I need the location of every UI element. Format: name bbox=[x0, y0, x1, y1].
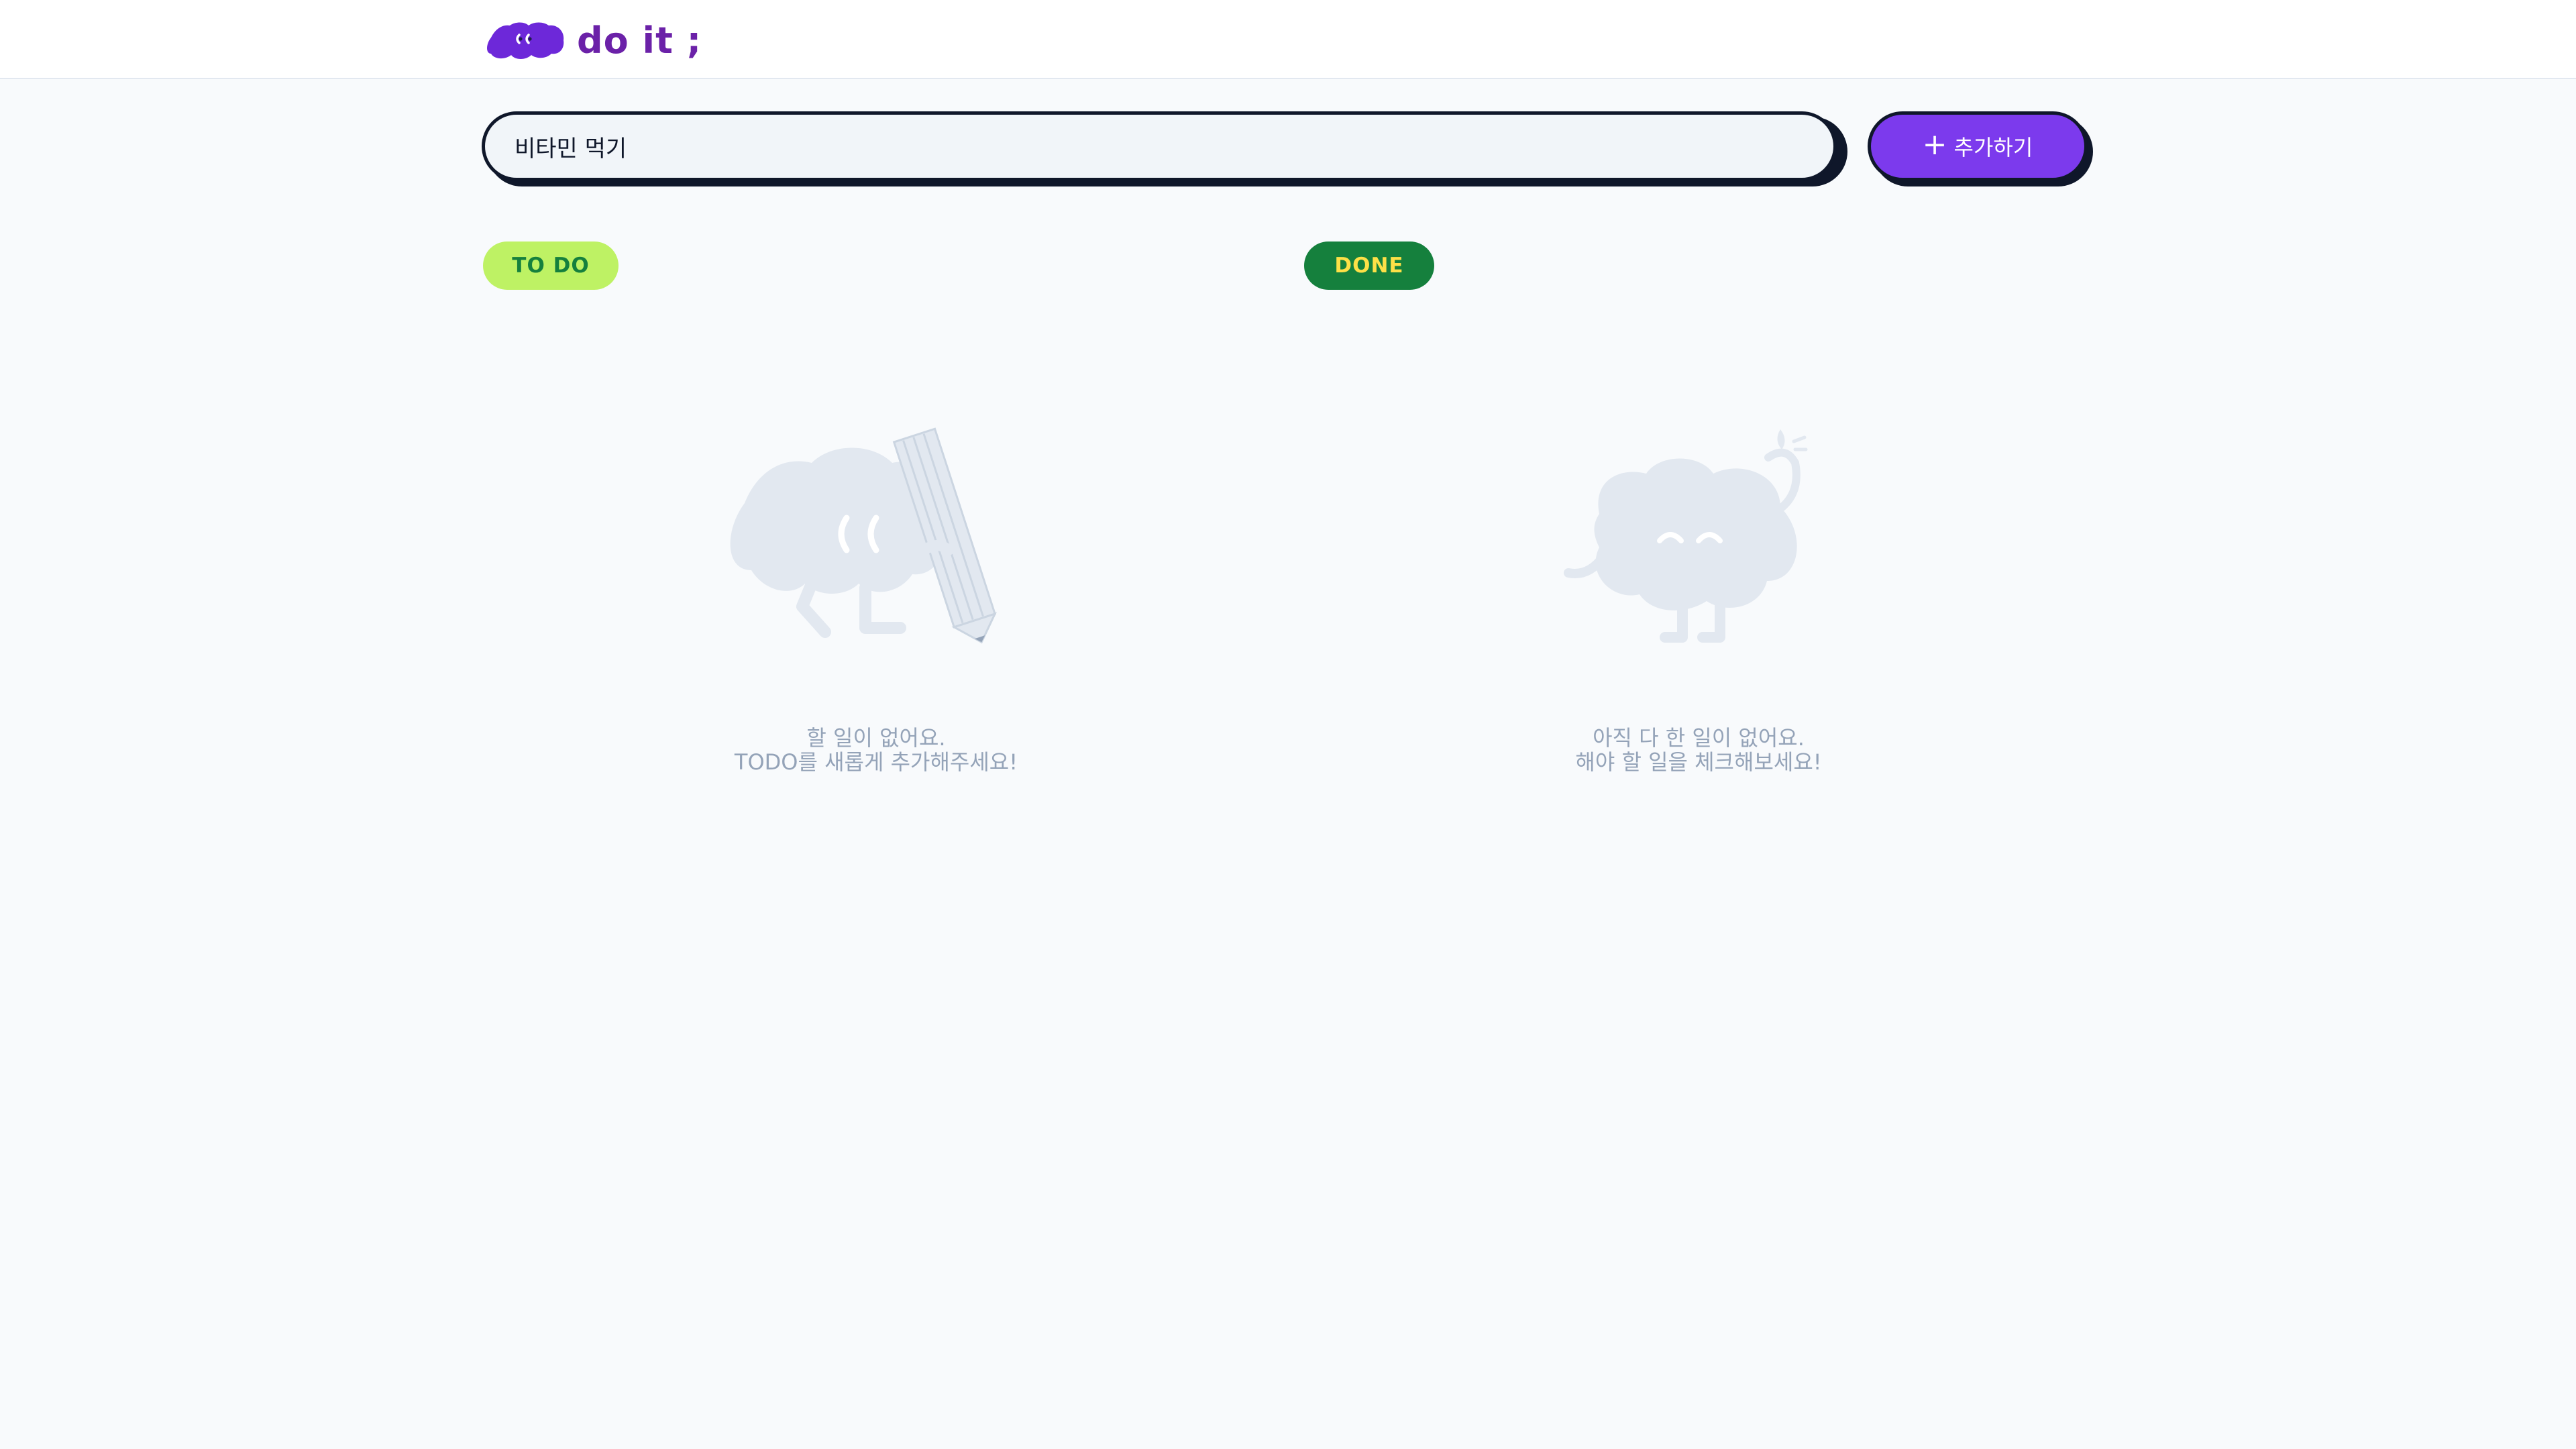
done-empty-line-1: 아직 다 한 일이 없어요. bbox=[1593, 725, 1805, 751]
done-empty-message: 아직 다 한 일이 없어요. 해야 할 일을 체크해보세요! bbox=[1444, 726, 1953, 774]
cloud-mascot-logo-icon bbox=[487, 22, 564, 59]
add-button-wrapper: + 추가하기 bbox=[1868, 111, 2093, 186]
todo-empty-line-2: TODO를 새롭게 추가해주세요! bbox=[734, 749, 1018, 775]
todo-empty-line-1: 할 일이 없어요. bbox=[806, 725, 946, 751]
top-header: do it ; bbox=[0, 0, 2576, 79]
todo-input[interactable] bbox=[482, 111, 1837, 181]
logo[interactable]: do it ; bbox=[484, 16, 702, 64]
add-todo-button[interactable]: + 추가하기 bbox=[1868, 111, 2088, 181]
todo-section-badge: TO DO bbox=[483, 241, 619, 290]
add-button-label: 추가하기 bbox=[1953, 135, 2033, 160]
done-section-badge: DONE bbox=[1304, 241, 1434, 290]
logo-text: do it ; bbox=[577, 19, 702, 62]
todo-empty-message: 할 일이 없어요. TODO를 새롭게 추가해주세요! bbox=[621, 726, 1131, 774]
done-empty-line-2: 해야 할 일을 체크해보세요! bbox=[1575, 749, 1822, 775]
cloud-mascot-pencil-icon bbox=[730, 427, 997, 644]
plus-icon: + bbox=[1922, 127, 1947, 162]
todo-input-wrapper bbox=[482, 111, 1847, 186]
cloud-mascot-waving-icon bbox=[1564, 429, 1808, 643]
